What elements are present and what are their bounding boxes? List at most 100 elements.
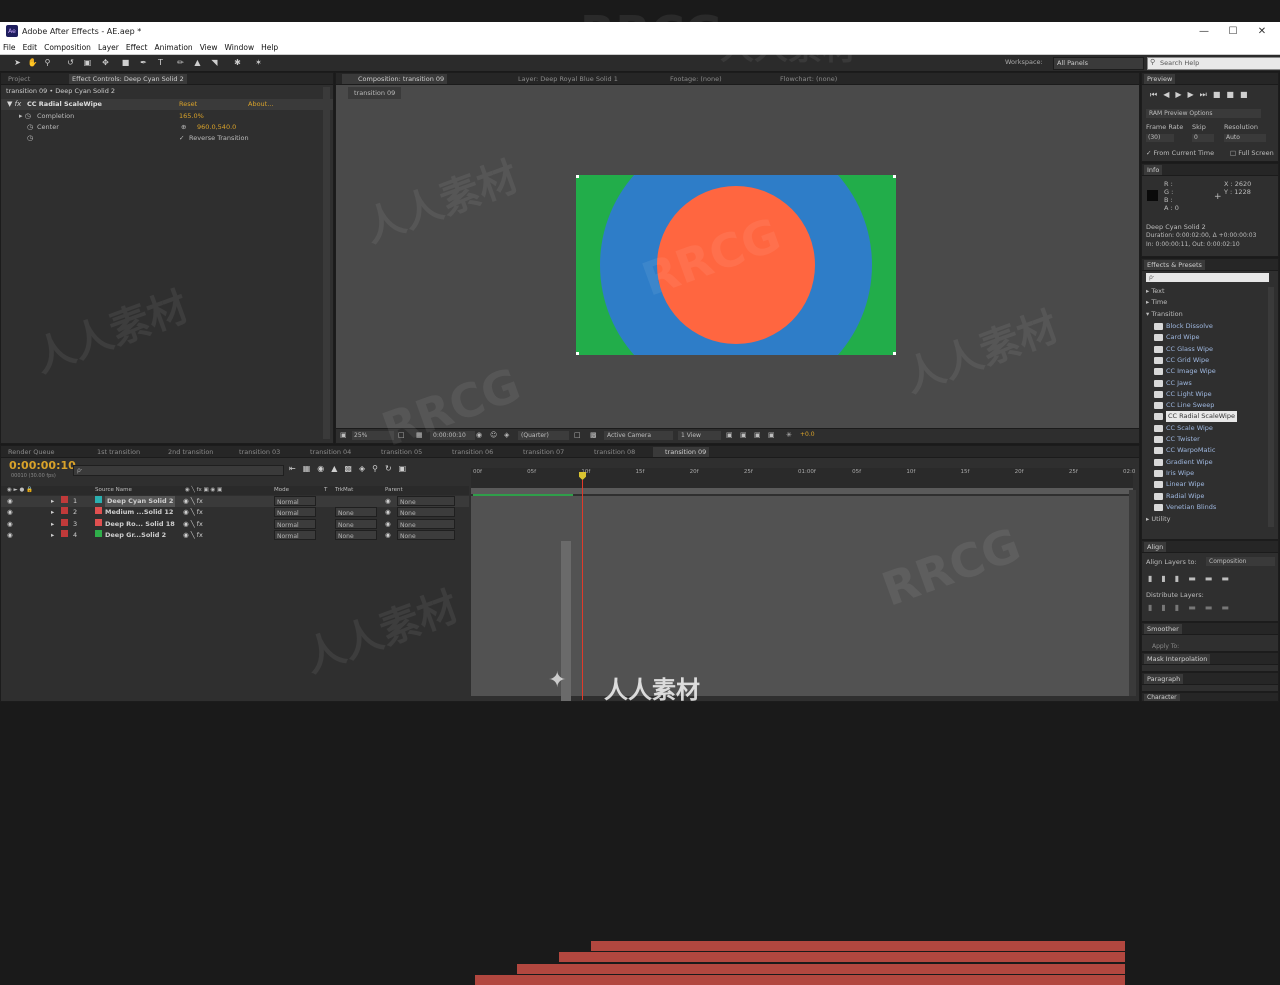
type-tool-icon[interactable]: T [155,57,166,68]
always-preview-icon[interactable]: ▣ [340,431,347,439]
layer-duration-bar[interactable] [475,974,1125,985]
layer-duration-bar[interactable] [559,952,1125,963]
fast-previews-icon[interactable]: ▣ [740,431,747,439]
layer-switches[interactable]: ◉ ╲ fx [183,507,203,518]
close-icon[interactable]: ✕ [1248,22,1276,40]
align-buttons[interactable]: ▮▮▮▬▬▬ [1148,574,1238,583]
skip-dropdown[interactable]: 0 [1192,134,1214,142]
timeline-icon[interactable]: ▣ [754,431,761,439]
category-text[interactable]: ▸ Text [1146,286,1165,297]
layer-switches[interactable]: ◉ ╲ fx [183,496,203,507]
effect-preset-item[interactable]: CC Grid Wipe [1154,355,1209,366]
mode-dropdown[interactable]: Normal [274,529,316,540]
show-channel-icon[interactable]: ◈ [504,431,509,439]
effect-preset-item[interactable]: Venetian Blinds [1154,502,1216,513]
effects-search-input[interactable]: ρ· [1146,273,1269,282]
effect-preset-item[interactable]: CC Line Sweep [1154,400,1214,411]
layer-duration-bar[interactable] [591,941,1125,951]
tab-align[interactable]: Align [1144,542,1167,552]
timeline-tab[interactable]: transition 05 [369,447,425,457]
rotate-tool-icon[interactable]: ↺ [65,57,76,68]
menu-edit[interactable]: Edit [23,43,38,52]
clone-stamp-tool-icon[interactable]: ▲ [192,57,203,68]
parent-dropdown[interactable]: None [397,518,455,529]
menu-help[interactable]: Help [261,43,278,52]
tab-paragraph[interactable]: Paragraph [1144,674,1184,684]
layer-duration-bar[interactable] [517,963,1125,974]
tab-layer[interactable]: Layer: Deep Royal Blue Solid 1 [494,74,621,84]
pick-whip-icon[interactable]: ◉ [385,519,391,530]
category-utility[interactable]: ▸ Utility [1146,514,1170,525]
layer-name[interactable]: Deep Ro... Solid 18 [105,519,175,530]
grid-icon[interactable]: ▦ [416,431,423,439]
layer-switches[interactable]: ◉ ╲ fx [183,530,203,541]
col-source-name[interactable]: Source Name [95,486,132,495]
expand-arrow-icon[interactable]: ▸ [51,530,54,541]
timeline-tab[interactable]: transition 06 [440,447,496,457]
menu-layer[interactable]: Layer [98,43,119,52]
effect-about-link[interactable]: About... [248,99,273,110]
tab-flowchart[interactable]: Flowchart: (none) [756,74,840,84]
tab-info[interactable]: Info [1144,165,1163,175]
hand-tool-icon[interactable]: ✋ [27,57,38,68]
selection-tool-icon[interactable]: ➤ [12,57,23,68]
eye-icon[interactable]: ◉ [7,507,13,518]
menu-file[interactable]: File [3,43,16,52]
effect-preset-item[interactable]: CC Light Wipe [1154,389,1212,400]
parent-dropdown[interactable]: None [397,496,455,506]
eraser-tool-icon[interactable]: ◥ [209,57,220,68]
camera-tool-icon[interactable]: ▣ [82,57,93,68]
timeline-tab[interactable]: transition 03 [227,447,283,457]
expand-arrow-icon[interactable]: ▸ [51,507,54,518]
puppet-pin-tool-icon[interactable]: ✶ [253,57,264,68]
workspace-dropdown[interactable]: All Panels [1053,57,1144,70]
effect-preset-item[interactable]: CC Twister [1154,434,1200,445]
exposure-value[interactable]: +0.0 [800,431,815,438]
effects-scrollbar[interactable] [1268,287,1274,527]
timeline-tab[interactable]: transition 08 [582,447,638,457]
exposure-icon[interactable]: ✳ [786,431,792,439]
pick-whip-icon[interactable]: ◉ [385,530,391,541]
table-row[interactable]: ◉ ▸ 2 Medium ...Solid 12 ◉ ╲ fx Normal None ◉ No… [1,507,469,518]
view-layout-dropdown[interactable]: 1 View [678,431,721,440]
snapshot-icon[interactable]: ◉ [476,431,482,439]
effect-header-row[interactable]: ▼ fx CC Radial ScaleWipe Reset About... [1,99,333,110]
mode-dropdown[interactable]: Normal [274,507,316,518]
current-time-display[interactable]: 0:00:00:10 [430,431,475,440]
camera-view-dropdown[interactable]: Active Camera [604,431,673,440]
layer-name[interactable]: Deep Cyan Solid 2 [105,496,176,507]
reverse-transition-checkbox[interactable]: ✓ [179,133,184,144]
stopwatch-icon[interactable]: ▸ ◷ [19,111,31,122]
col-parent[interactable]: Parent [385,486,403,495]
timeline-tab[interactable]: transition 09 [653,447,710,457]
menu-window[interactable]: Window [225,43,255,52]
label-color-swatch[interactable] [61,518,68,526]
tab-smoother[interactable]: Smoother [1144,624,1182,634]
magnification-dropdown[interactable]: 25% [352,431,394,440]
parent-dropdown[interactable]: None [397,507,455,518]
timeline-switch-buttons[interactable]: ⇤▦◉▲▩◈⚲↻▣ [289,464,413,473]
maximize-icon[interactable]: ☐ [1219,22,1247,40]
search-help-input[interactable]: Search Help [1147,57,1280,70]
brush-tool-icon[interactable]: ✏ [175,57,186,68]
toggle-pixel-aspect-icon[interactable]: ▣ [726,431,733,439]
expand-arrow-icon[interactable]: ▸ [51,496,54,507]
mode-dropdown[interactable]: Normal [274,518,316,529]
pick-whip-icon[interactable]: ◉ [385,507,391,518]
timeline-tab[interactable]: Render Queue [5,447,58,457]
menu-animation[interactable]: Animation [154,43,192,52]
col-trkmat[interactable]: TrkMat [335,486,353,495]
tab-character[interactable]: Character [1144,694,1180,701]
stopwatch-icon[interactable]: ◷ [27,122,33,133]
category-time[interactable]: ▸ Time [1146,297,1167,308]
roto-brush-tool-icon[interactable]: ✱ [232,57,243,68]
effect-preset-item[interactable]: Gradient Wipe [1154,457,1213,468]
show-snapshot-icon[interactable]: ☺ [490,431,497,439]
effect-preset-item[interactable]: Card Wipe [1154,332,1200,343]
layer-name[interactable]: Medium ...Solid 12 [105,507,173,518]
tab-composition[interactable]: Composition: transition 09 [342,74,448,84]
effect-preset-item[interactable]: CC Scale Wipe [1154,423,1213,434]
rectangle-tool-icon[interactable]: ■ [120,57,131,68]
label-color-swatch[interactable] [61,496,68,503]
from-current-time-checkbox[interactable]: ✓ From Current Time [1146,149,1214,157]
